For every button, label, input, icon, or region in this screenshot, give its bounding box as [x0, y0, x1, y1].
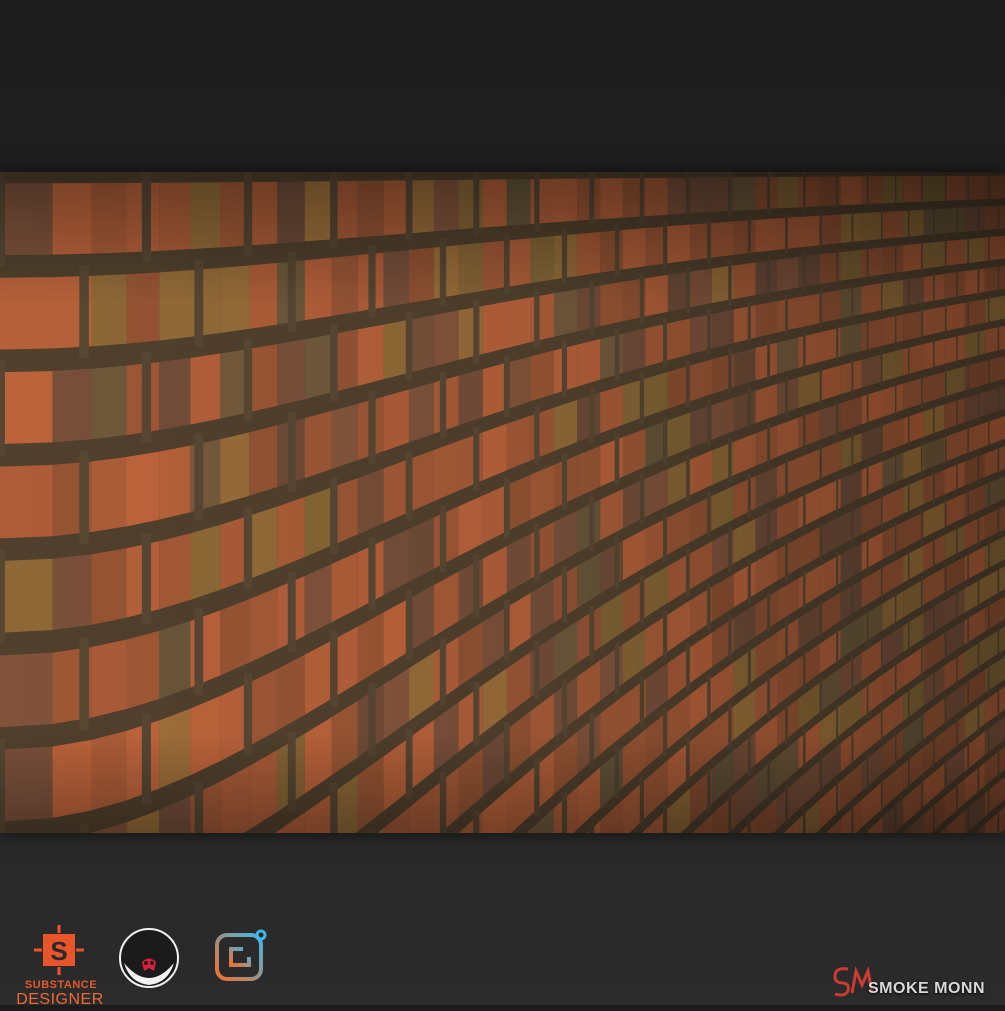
author-signature: SMOKE MONN [830, 963, 995, 1003]
brick-wall-image [0, 172, 1005, 833]
round-mascot-face-icon [118, 927, 180, 989]
material-presentation: S SUBSTANCE DESIGNER [0, 0, 1005, 1005]
logo-row: S SUBSTANCE DESIGNER [0, 915, 1005, 1005]
substance-designer-icon: S [34, 925, 84, 975]
author-name: SMOKE MONN [868, 980, 985, 998]
substance-designer-logo: S SUBSTANCE DESIGNER [10, 925, 106, 1011]
designer-word: DESIGNER [10, 991, 110, 1009]
rounded-square-app-icon [211, 927, 269, 985]
svg-text:S: S [50, 936, 67, 966]
substance-word: SUBSTANCE [16, 979, 106, 991]
brick-wall-render [0, 172, 1005, 833]
